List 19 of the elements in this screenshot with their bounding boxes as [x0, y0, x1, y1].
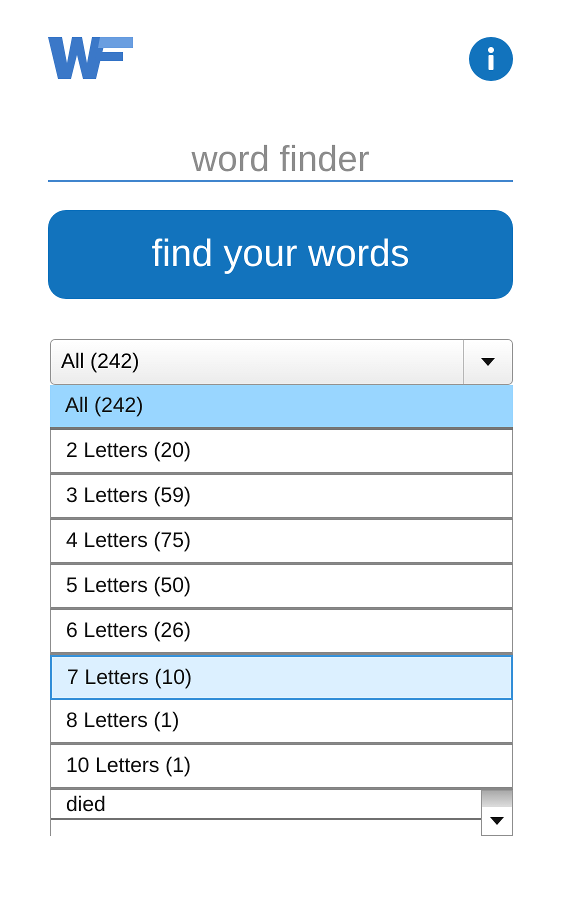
caret-icon	[481, 358, 495, 366]
dropdown-option[interactable]: 8 Letters (1)	[50, 700, 513, 745]
result-word[interactable]: died	[51, 790, 481, 818]
find-button[interactable]: find your words	[48, 210, 513, 299]
dropdown-option[interactable]: 7 Letters (10)	[50, 655, 513, 700]
dropdown-option[interactable]: All (242)	[50, 385, 513, 430]
logo-icon	[48, 37, 134, 79]
dropdown-option[interactable]: 4 Letters (75)	[50, 520, 513, 565]
scroll-down-icon[interactable]	[490, 817, 504, 825]
dropdown-option[interactable]: 3 Letters (59)	[50, 475, 513, 520]
dropdown-option[interactable]: 6 Letters (26)	[50, 610, 513, 655]
scrollbar[interactable]	[481, 790, 513, 836]
dropdown-option[interactable]: 2 Letters (20)	[50, 430, 513, 475]
search-field[interactable]: word finder	[48, 138, 513, 182]
filter-dropdown[interactable]: All (242)	[50, 339, 513, 385]
info-icon[interactable]	[469, 37, 513, 81]
dropdown-option[interactable]: 10 Letters (1)	[50, 745, 513, 790]
dropdown-option[interactable]: 5 Letters (50)	[50, 565, 513, 610]
dropdown-value: All (242)	[60, 349, 140, 376]
